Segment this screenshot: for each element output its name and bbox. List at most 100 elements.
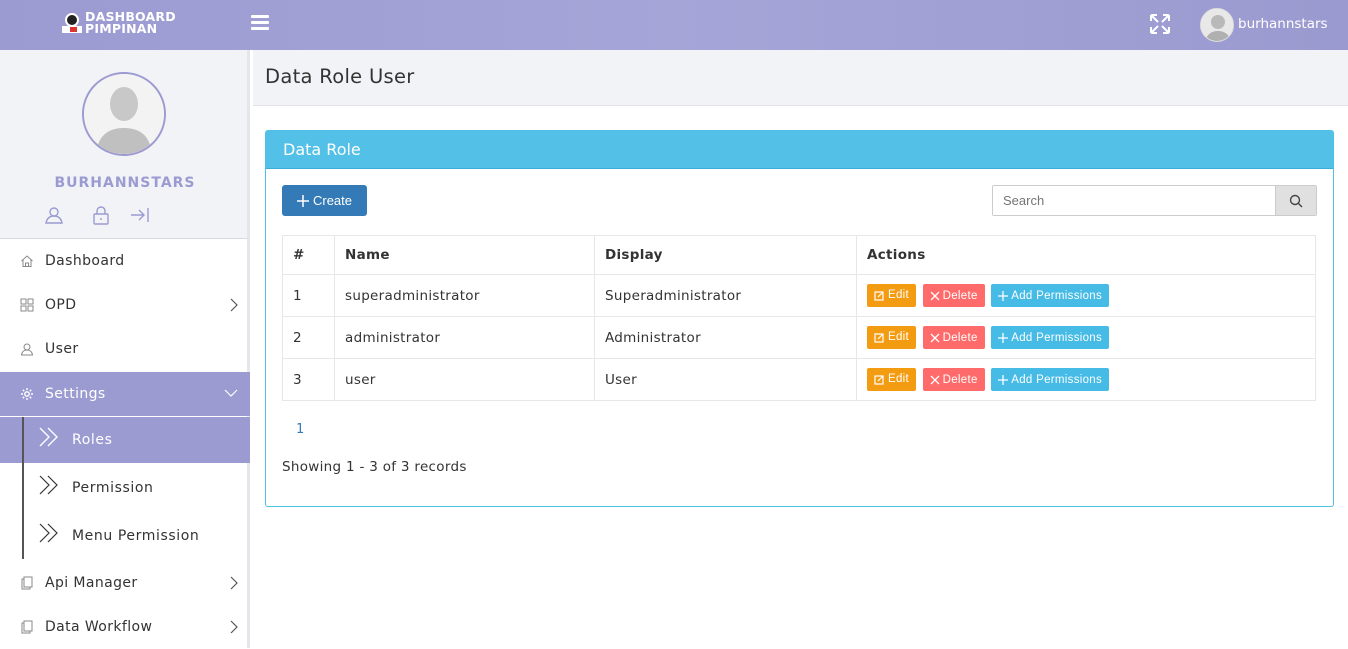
sidebar-item-opd[interactable]: OPD — [0, 283, 250, 327]
plus-icon — [998, 374, 1009, 385]
cell-name: administrator — [334, 316, 595, 359]
roles-table: # Name Display Actions 1 superadministra… — [282, 235, 1316, 401]
sidebar-subitem-permission[interactable]: Permission — [0, 465, 250, 511]
chevron-right-icon — [230, 298, 238, 312]
double-chevron-icon — [39, 523, 58, 543]
sidebar-subitem-menu-permission[interactable]: Menu Permission — [0, 513, 250, 559]
edit-label: Edit — [888, 331, 910, 344]
sidebar-item-label: User — [45, 341, 79, 357]
add-permissions-button[interactable]: Add Permissions — [991, 368, 1110, 392]
sidebar-item-label: Settings — [45, 386, 106, 402]
search-icon — [1289, 194, 1303, 207]
delete-label: Delete — [942, 289, 978, 302]
sidebar-item-label: Api Manager — [45, 575, 138, 591]
cell-actions: Edit Delete Add Permissions — [856, 358, 1316, 401]
table-row: 1 superadministrator Superadministrator … — [282, 274, 1316, 317]
chevron-right-icon — [230, 620, 238, 634]
lock-icon[interactable] — [92, 205, 110, 225]
add-permissions-label: Add Permissions — [1011, 373, 1103, 386]
add-permissions-button[interactable]: Add Permissions — [991, 284, 1110, 308]
page-title: Data Role User — [265, 65, 415, 88]
cell-display: Administrator — [594, 316, 857, 359]
create-button-label: Create — [312, 193, 353, 208]
app-logo[interactable]: DASHBOARD PIMPINAN — [62, 10, 176, 36]
edit-button[interactable]: Edit — [867, 325, 917, 349]
delete-button[interactable]: Delete — [922, 368, 985, 392]
column-header: Name — [334, 235, 595, 275]
logo-line-2: PIMPINAN — [85, 21, 158, 36]
sidebar-profile: BURHANNSTARS — [0, 50, 247, 239]
add-permissions-label: Add Permissions — [1011, 331, 1103, 344]
double-chevron-icon — [39, 427, 58, 447]
search-box — [992, 185, 1317, 216]
add-permissions-button[interactable]: Add Permissions — [991, 326, 1110, 350]
cell-name: user — [334, 358, 595, 401]
plus-icon — [998, 332, 1009, 343]
delete-button[interactable]: Delete — [922, 284, 985, 308]
close-icon — [930, 291, 940, 301]
edit-button[interactable]: Edit — [867, 283, 917, 307]
double-chevron-icon — [39, 475, 58, 495]
logo-icon — [62, 12, 82, 34]
content-header: Data Role User — [253, 50, 1348, 106]
plus-icon — [998, 290, 1009, 301]
sidebar-item-api-manager[interactable]: Api Manager — [0, 561, 250, 605]
column-header: Display — [594, 235, 857, 275]
profile-user-icon[interactable] — [44, 205, 64, 225]
submenu-tree-line — [22, 417, 24, 559]
subitem-label: Menu Permission — [72, 528, 200, 544]
edit-label: Edit — [888, 289, 910, 302]
column-header: Actions — [856, 235, 1316, 275]
cell-display: Superadministrator — [594, 274, 857, 317]
search-button[interactable] — [1275, 186, 1316, 215]
document-icon — [20, 620, 34, 634]
subitem-label: Permission — [72, 480, 154, 496]
user-icon — [20, 342, 34, 356]
delete-label: Delete — [942, 373, 978, 386]
pagination-page-1[interactable]: 1 — [296, 422, 304, 437]
cell-display: User — [594, 358, 857, 401]
document-icon — [20, 576, 34, 590]
subitem-label: Roles — [72, 432, 113, 448]
search-input[interactable] — [993, 186, 1275, 215]
sidebar-item-dashboard[interactable]: Dashboard — [0, 239, 250, 283]
grid-icon — [20, 298, 34, 312]
sidebar-item-settings[interactable]: Settings — [0, 372, 250, 416]
edit-label: Edit — [888, 373, 910, 386]
profile-name: BURHANNSTARS — [54, 175, 196, 191]
home-icon — [20, 254, 34, 268]
sidebar-item-user[interactable]: User — [0, 327, 250, 371]
hamburger-menu-icon[interactable] — [251, 15, 269, 31]
delete-button[interactable]: Delete — [922, 326, 985, 350]
panel-title: Data Role — [266, 131, 1333, 169]
profile-avatar — [82, 72, 166, 156]
data-role-panel: Data Role Create # Name Display Actions … — [265, 130, 1334, 507]
table-row: 2 administrator Administrator Edit Delet… — [282, 316, 1316, 359]
create-button[interactable]: Create — [282, 185, 367, 216]
cell-no: 3 — [282, 358, 335, 401]
plus-icon — [296, 194, 309, 207]
close-icon — [930, 375, 940, 385]
chevron-right-icon — [230, 576, 238, 590]
edit-icon — [874, 333, 884, 343]
add-permissions-label: Add Permissions — [1011, 289, 1103, 302]
sidebar-item-data-workflow[interactable]: Data Workflow — [0, 605, 250, 649]
sidebar-item-label: Data Workflow — [45, 619, 153, 635]
gear-icon — [20, 387, 34, 401]
fullscreen-icon[interactable] — [1148, 12, 1172, 36]
edit-button[interactable]: Edit — [867, 367, 917, 391]
close-icon — [930, 333, 940, 343]
delete-label: Delete — [942, 331, 978, 344]
cell-actions: Edit Delete Add Permissions — [856, 316, 1316, 359]
cell-name: superadministrator — [334, 274, 595, 317]
username-label[interactable]: burhannstars — [1238, 16, 1328, 32]
cell-actions: Edit Delete Add Permissions — [856, 274, 1316, 317]
user-avatar[interactable] — [1200, 8, 1234, 42]
sidebar-item-label: OPD — [45, 297, 77, 313]
table-header-row: # Name Display Actions — [282, 235, 1316, 275]
logout-icon[interactable] — [129, 205, 151, 225]
sidebar-subitem-roles[interactable]: Roles — [0, 417, 250, 463]
cell-no: 2 — [282, 316, 335, 359]
sidebar: BURHANNSTARS Dashboard OPD User Settings… — [0, 50, 250, 648]
edit-icon — [874, 291, 884, 301]
